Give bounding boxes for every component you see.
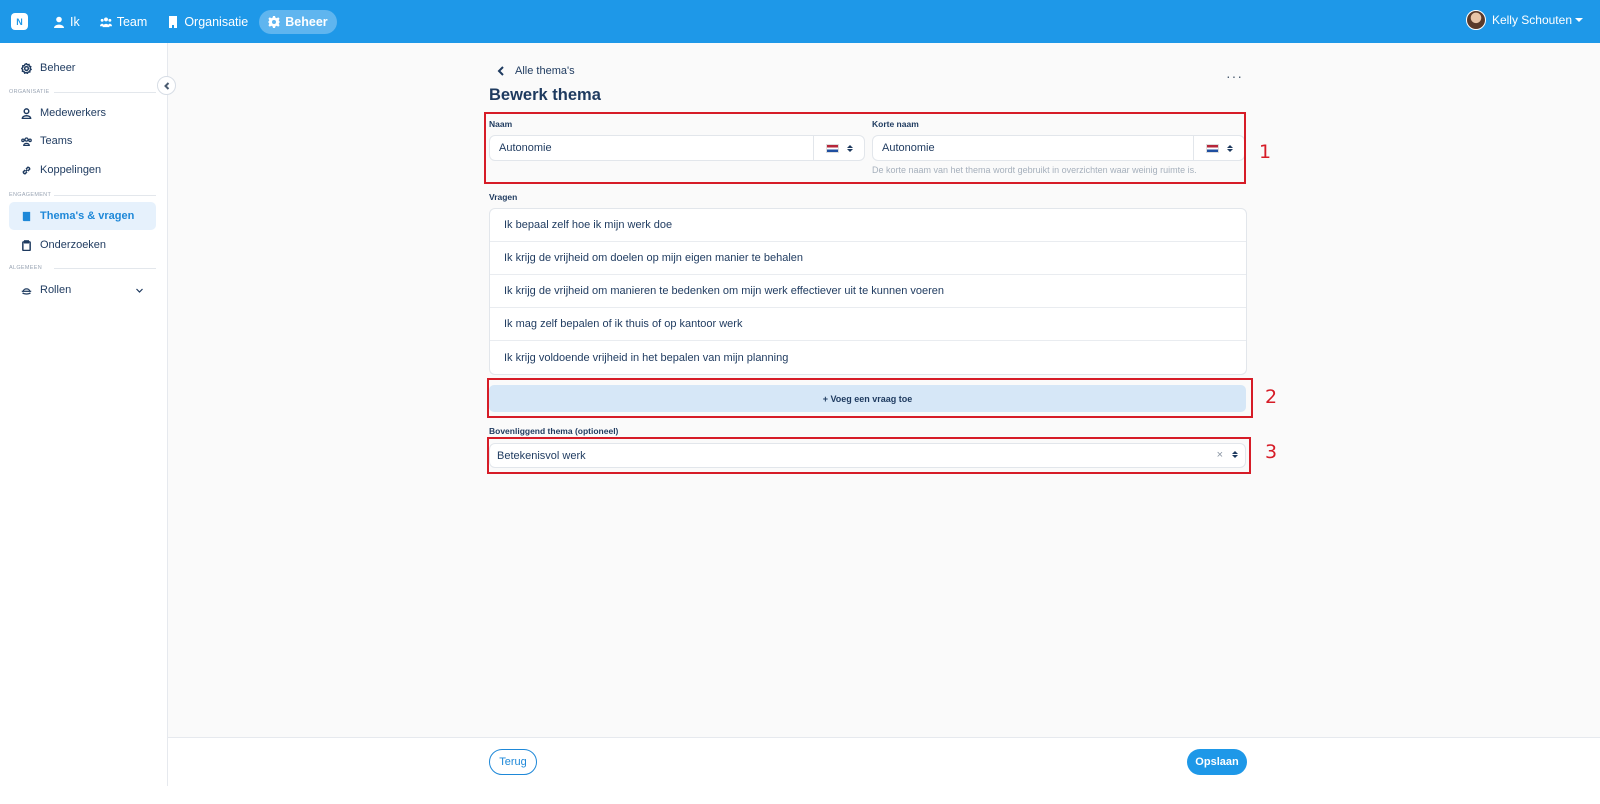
sort-arrows-icon (846, 144, 853, 152)
more-options-button[interactable]: ··· (1226, 69, 1243, 83)
naam-label: Naam (489, 119, 513, 129)
sort-arrows-icon (1226, 144, 1233, 152)
nav-team[interactable]: Team (91, 10, 157, 34)
avatar (1465, 10, 1486, 30)
nav-beheer-label: Beheer (285, 14, 328, 29)
app-logo[interactable]: N (11, 13, 28, 30)
sidebar-item-onderzoeken-label: Onderzoeken (40, 239, 107, 251)
korte-naam-label: Korte naam (872, 119, 919, 129)
section-divider (54, 92, 156, 93)
gear-icon (268, 15, 281, 28)
back-button[interactable]: Terug (489, 749, 537, 775)
question-item[interactable]: Ik mag zelf bepalen of ik thuis of op ka… (490, 308, 1246, 341)
naam-value: Autonomie (499, 142, 552, 154)
team-icon (21, 136, 32, 146)
parent-theme-label: Bovenliggend thema (optioneel) (489, 426, 619, 436)
sidebar-item-teams-label: Teams (40, 135, 73, 147)
sidebar: Beheer ORGANISATIE Medewerkers Teams Kop… (0, 43, 168, 804)
nav-ik[interactable]: Ik (44, 10, 89, 34)
naam-language-select[interactable] (813, 136, 864, 160)
roles-icon (21, 287, 32, 295)
sidebar-item-koppelingen[interactable]: Koppelingen (9, 156, 156, 184)
user-icon (21, 107, 32, 119)
caret-down-icon (1575, 18, 1583, 22)
back-link-label: Alle thema's (515, 65, 575, 77)
team-icon (99, 16, 112, 27)
page-title: Bewerk thema (489, 86, 601, 104)
add-question-button[interactable]: + Voeg een vraag toe (489, 385, 1246, 412)
sidebar-item-beheer-label: Beheer (40, 62, 76, 74)
korte-naam-language-select[interactable] (1193, 136, 1244, 160)
korte-naam-field[interactable]: Autonomie (872, 135, 1245, 161)
nav-ik-label: Ik (70, 14, 80, 29)
sidebar-item-rollen[interactable]: Rollen (9, 276, 156, 304)
nav-organisatie-label: Organisatie (184, 14, 249, 29)
user-menu[interactable]: Kelly Schouten (1465, 10, 1583, 30)
clipboard-icon (22, 239, 31, 251)
sidebar-item-rollen-label: Rollen (40, 284, 72, 296)
dutch-flag-icon (1205, 143, 1219, 153)
question-item[interactable]: Ik krijg de vrijheid om doelen op mijn e… (490, 242, 1246, 275)
book-icon (22, 211, 31, 221)
gear-icon (21, 62, 32, 74)
sidebar-item-koppelingen-label: Koppelingen (40, 164, 102, 176)
clear-icon[interactable]: × (1217, 449, 1223, 461)
annotation-number-1: 1 (1259, 141, 1272, 163)
user-icon (54, 16, 64, 28)
section-divider (54, 268, 156, 269)
collapse-sidebar-button[interactable] (157, 76, 176, 95)
parent-theme-value: Betekenisvol werk (497, 449, 586, 462)
korte-naam-value: Autonomie (882, 142, 935, 154)
chevron-down-icon[interactable] (135, 286, 144, 295)
nav-organisatie[interactable]: Organisatie (158, 10, 257, 34)
parent-theme-select[interactable]: Betekenisvol werk × (489, 443, 1246, 468)
naam-field[interactable]: Autonomie (489, 135, 865, 161)
nav-beheer[interactable]: Beheer (259, 9, 337, 34)
section-label-algemeen: ALGEMEEN (9, 265, 42, 271)
dutch-flag-icon (825, 143, 839, 153)
top-navigation-bar: N Ik Team Organisatie Beheer Kelly Schou… (0, 0, 1600, 43)
annotation-number-2: 2 (1265, 386, 1278, 408)
vragen-label: Vragen (489, 192, 518, 202)
sidebar-item-beheer[interactable]: Beheer (9, 54, 156, 82)
nav-team-label: Team (116, 14, 148, 29)
back-to-themes-link[interactable]: Alle thema's (497, 65, 575, 77)
korte-naam-help-text: De korte naam van het thema wordt gebrui… (872, 165, 1197, 175)
sidebar-item-themas[interactable]: Thema's & vragen (9, 202, 156, 230)
sidebar-item-medewerkers-label: Medewerkers (40, 107, 107, 119)
chevron-left-icon (163, 81, 169, 90)
sidebar-item-medewerkers[interactable]: Medewerkers (9, 99, 156, 127)
save-button[interactable]: Opslaan (1187, 749, 1247, 775)
sort-arrows-icon (1232, 451, 1238, 458)
sidebar-item-teams[interactable]: Teams (9, 127, 156, 155)
link-icon (22, 166, 31, 174)
building-icon (169, 15, 178, 28)
section-label-organisatie: ORGANISATIE (9, 89, 50, 95)
section-label-engagement: ENGAGEMENT (9, 192, 52, 198)
annotation-number-3: 3 (1265, 441, 1278, 463)
sidebar-item-onderzoeken[interactable]: Onderzoeken (9, 231, 156, 259)
bottom-strip (0, 786, 1600, 804)
section-divider (54, 195, 156, 196)
user-name: Kelly Schouten (1491, 13, 1572, 27)
question-item[interactable]: Ik krijg voldoende vrijheid in het bepal… (490, 341, 1246, 374)
sidebar-item-themas-label: Thema's & vragen (40, 210, 135, 222)
questions-list: Ik bepaal zelf hoe ik mijn werk doe Ik k… (489, 208, 1247, 375)
footer-bar (168, 737, 1600, 786)
question-item[interactable]: Ik bepaal zelf hoe ik mijn werk doe (490, 209, 1246, 242)
question-item[interactable]: Ik krijg de vrijheid om manieren te bede… (490, 275, 1246, 308)
chevron-left-icon (497, 66, 504, 76)
